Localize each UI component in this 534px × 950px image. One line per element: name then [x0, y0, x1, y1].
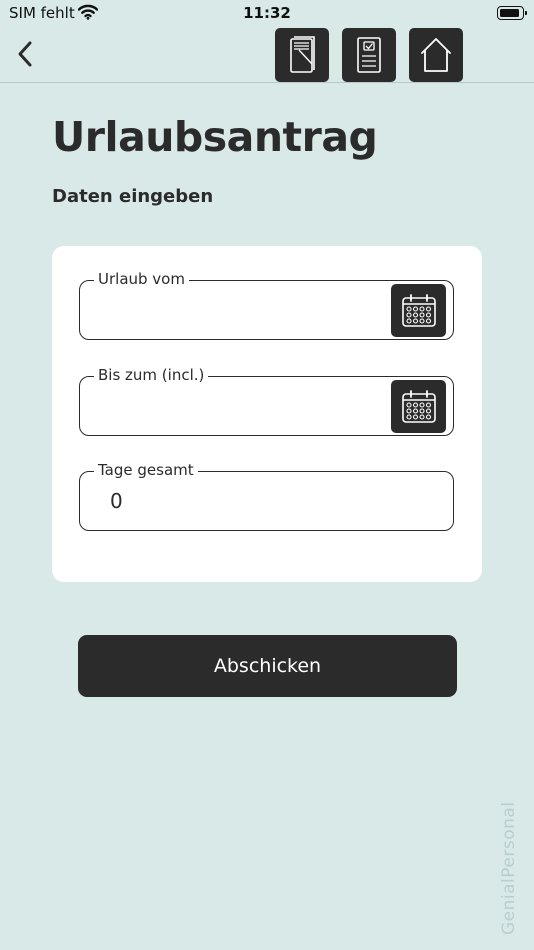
vacation-from-field[interactable]: Urlaub vom	[79, 270, 454, 340]
battery-icon	[497, 6, 527, 20]
form-card: Urlaub vom Bis zum (incl.) Tage gesamt 0	[52, 246, 482, 582]
vacation-to-field[interactable]: Bis zum (incl.)	[79, 366, 454, 436]
brand-watermark: GenialPersonal	[499, 801, 519, 935]
vacation-to-calendar-button[interactable]	[391, 380, 446, 433]
back-chevron-icon	[18, 41, 32, 67]
back-button[interactable]	[8, 36, 42, 72]
checklist-icon	[357, 37, 381, 73]
vacation-from-label: Urlaub vom	[94, 270, 189, 288]
home-icon	[421, 38, 451, 72]
page-subtitle: Daten eingeben	[52, 186, 214, 207]
status-bar: SIM fehlt 11:32	[0, 0, 534, 26]
documents-button[interactable]	[275, 28, 329, 82]
screen: SIM fehlt 11:32 Urlaubsantrag Daten eing…	[0, 0, 534, 950]
submit-button[interactable]: Abschicken	[78, 635, 457, 697]
checklist-button[interactable]	[342, 28, 396, 82]
total-days-field[interactable]: Tage gesamt 0	[79, 461, 454, 531]
clock: 11:32	[243, 4, 291, 22]
nav-bar	[0, 26, 534, 83]
documents-icon	[290, 36, 315, 73]
page-title: Urlaubsantrag	[52, 113, 378, 161]
total-days-label: Tage gesamt	[94, 461, 198, 479]
calendar-icon	[401, 293, 436, 327]
total-days-value: 0	[110, 489, 123, 513]
calendar-icon	[401, 389, 436, 423]
vacation-from-calendar-button[interactable]	[391, 284, 446, 337]
vacation-to-label: Bis zum (incl.)	[94, 366, 209, 384]
home-button[interactable]	[409, 28, 463, 82]
